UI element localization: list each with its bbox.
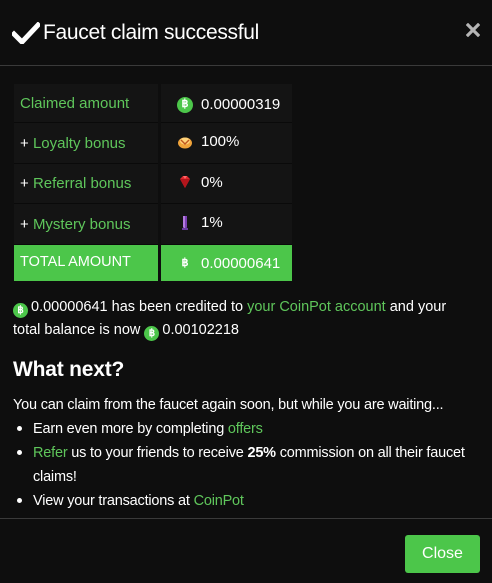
claimed-amount-value: 0.00000319: [201, 96, 281, 113]
checkmark-icon: [12, 22, 40, 44]
bitcoin-icon: ฿: [144, 326, 160, 341]
offers-link[interactable]: offers: [228, 421, 263, 437]
crystal-icon: [182, 215, 188, 230]
dialog-footer: Close: [0, 518, 492, 583]
referral-bonus-label[interactable]: Referral bonus: [33, 175, 131, 192]
table-row-referral: + Referral bonus 0%: [14, 163, 292, 204]
close-icon[interactable]: [466, 23, 480, 37]
commission-percent: 25%: [247, 445, 276, 461]
what-next-intro: You can claim from the faucet again soon…: [13, 397, 444, 413]
close-button[interactable]: Close: [405, 535, 480, 573]
credited-amount: 0.00000641: [31, 299, 108, 315]
ruby-icon: [180, 176, 190, 188]
table-row-mystery: + Mystery bonus 1%: [14, 204, 292, 245]
mystery-bonus-label[interactable]: Mystery bonus: [33, 216, 131, 233]
faucet-claim-dialog: Faucet claim successful Claimed amount ฿…: [0, 0, 492, 583]
total-amount-label: TOTAL AMOUNT: [14, 244, 158, 281]
coinpot-link[interactable]: CoinPot: [194, 493, 244, 509]
referral-bonus-value: 0%: [201, 173, 223, 191]
list-item: Earn even more by completing offers: [17, 417, 492, 441]
table-row-claimed: Claimed amount ฿ 0.00000319: [14, 84, 292, 123]
list-item-text: View your transactions at: [33, 493, 194, 509]
loyalty-bonus-value: 100%: [201, 133, 240, 150]
claim-summary-table: Claimed amount ฿ 0.00000319 + Loyalty bo…: [11, 84, 295, 281]
coinpot-account-link[interactable]: your CoinPot account: [247, 299, 386, 315]
what-next-heading: What next?: [13, 358, 125, 381]
list-item: View your transactions at CoinPot: [17, 489, 492, 513]
loyalty-bonus-label[interactable]: Loyalty bonus: [33, 135, 126, 152]
loyalty-icon: [178, 137, 192, 148]
list-item-text: us to your friends to receive: [67, 445, 248, 461]
mystery-bonus-value: 1%: [201, 214, 223, 231]
total-balance: 0.00102218: [162, 322, 239, 338]
total-amount-value: 0.00000641: [201, 254, 281, 272]
bitcoin-icon: ฿: [181, 256, 189, 269]
what-next-list: Earn even more by completing offers Refe…: [17, 417, 492, 513]
plus-sign: +: [20, 175, 33, 193]
dialog-header: Faucet claim successful: [0, 0, 492, 66]
plus-sign: +: [20, 134, 33, 152]
bitcoin-icon: ฿: [13, 303, 28, 318]
credited-message: ฿ 0.00000641 has been credited to your Co…: [13, 296, 473, 342]
bitcoin-icon: ฿: [177, 96, 193, 113]
credited-text: has been credited to: [107, 299, 248, 315]
list-item-text: Earn even more by completing: [33, 421, 228, 437]
list-item: Refer us to your friends to receive 25% …: [17, 441, 492, 489]
refer-link[interactable]: Refer: [33, 445, 68, 461]
dialog-title: Faucet claim successful: [43, 21, 260, 44]
table-row-total: TOTAL AMOUNT ฿ 0.00000641: [14, 244, 292, 281]
plus-sign: +: [20, 215, 33, 233]
claimed-amount-label: Claimed amount: [20, 95, 130, 112]
table-row-loyalty: + Loyalty bonus 100%: [14, 123, 292, 164]
